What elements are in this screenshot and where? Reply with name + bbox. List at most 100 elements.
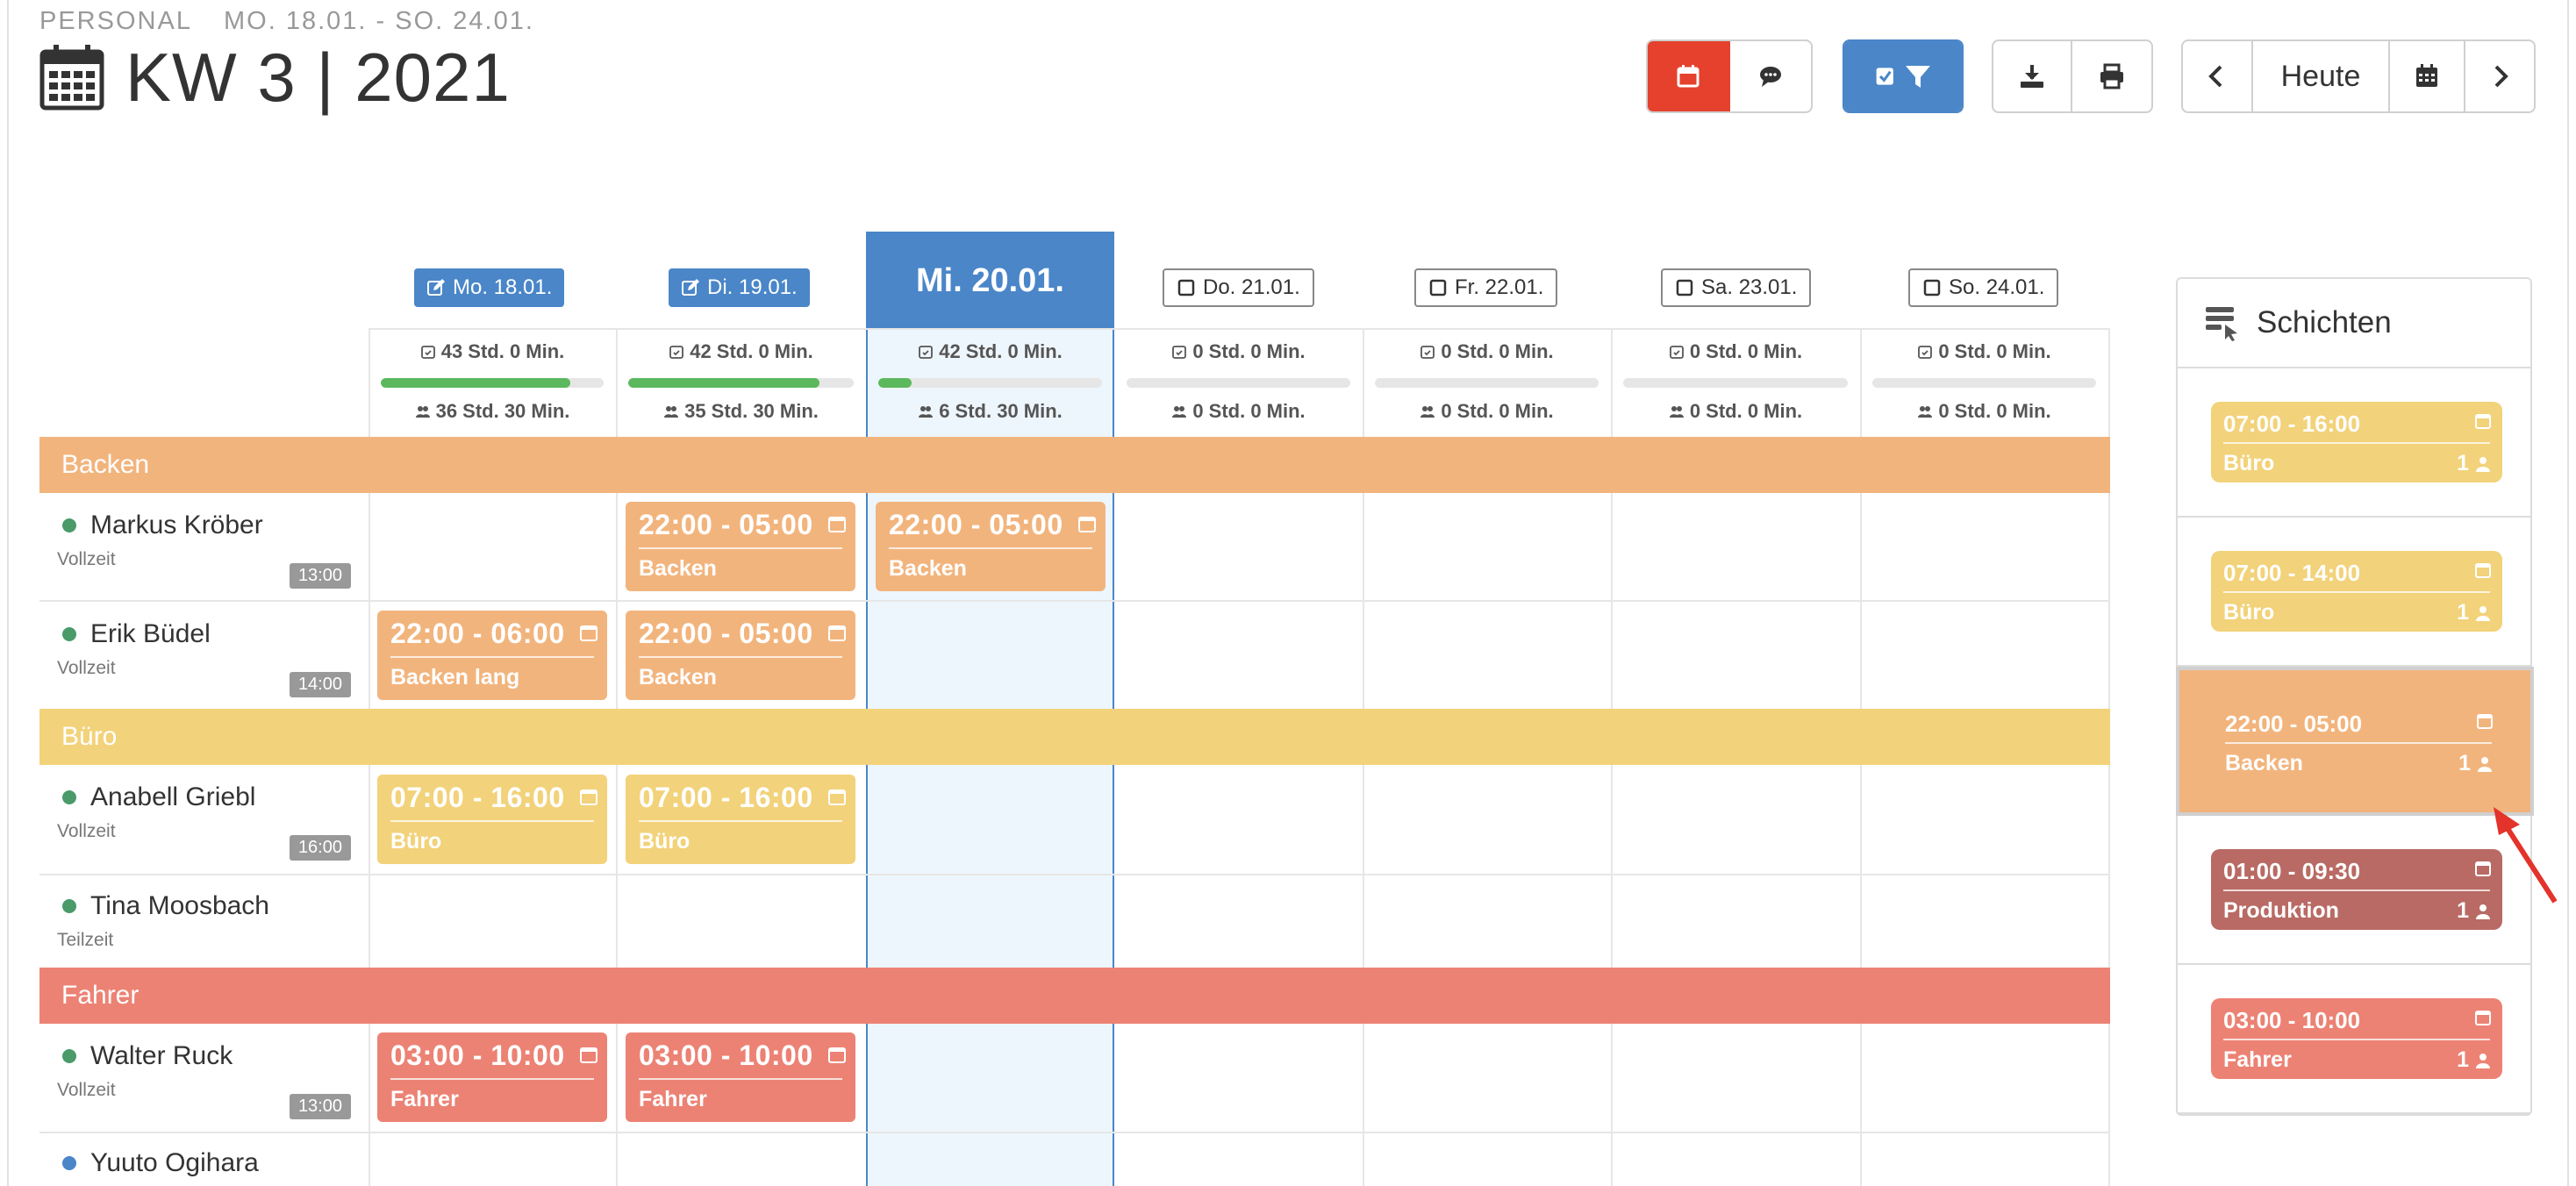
day-header-mon[interactable]: Mo. 18.01. <box>414 268 565 307</box>
comments-button[interactable] <box>1730 41 1811 111</box>
shift-chip[interactable]: 07:00 - 16:00 Büro <box>626 775 855 864</box>
shift-chip[interactable]: 22:00 - 05:00 Backen <box>626 611 855 700</box>
hours-progress-bar <box>878 378 1102 388</box>
shift-chip[interactable]: 22:00 - 06:00 Backen lang <box>377 611 607 700</box>
status-dot <box>62 627 76 641</box>
employee-row[interactable]: Markus Kröber Vollzeit 13:00 <box>39 493 369 602</box>
section-label: PERSONAL <box>39 7 192 35</box>
comment-icon <box>1760 67 1781 87</box>
employee-name: Erik Büdel <box>90 619 211 648</box>
calendar-check-icon <box>1172 346 1187 359</box>
printer-icon <box>2100 63 2123 89</box>
calendar-icon <box>580 1047 597 1063</box>
day-header-sat[interactable]: Sa. 23.01. <box>1661 268 1812 307</box>
download-button[interactable] <box>1993 41 2073 111</box>
week-range: MO. 18.01. - SO. 24.01. <box>224 7 534 35</box>
staff-hours: 0 Std. 0 Min. <box>1114 400 1363 423</box>
day-header-thu[interactable]: Do. 21.01. <box>1163 268 1314 307</box>
shift-chip[interactable]: 22:00 - 05:00 Backen <box>876 502 1106 591</box>
print-button[interactable] <box>2072 41 2151 111</box>
users-icon <box>919 406 934 418</box>
previous-week-button[interactable] <box>2183 41 2253 111</box>
divider <box>2223 1039 2490 1040</box>
calendar-icon <box>1677 65 1699 88</box>
next-week-button[interactable] <box>2465 41 2534 111</box>
staff-hours: 0 Std. 0 Min. <box>1363 400 1611 423</box>
shift-label: Fahrer <box>390 1087 459 1111</box>
employee-name: Anabell Griebl <box>90 782 256 811</box>
divider <box>2223 890 2490 891</box>
date-nav-group: Heute <box>2181 39 2536 113</box>
planned-hours-text: 42 Std. 0 Min. <box>690 340 813 362</box>
template-count-value: 1 <box>2457 1047 2469 1072</box>
planned-hours-text: 0 Std. 0 Min. <box>1938 340 2051 362</box>
planned-hours-text: 0 Std. 0 Min. <box>1192 340 1306 362</box>
calendar-grid-icon <box>2416 64 2437 87</box>
shift-chip[interactable]: 22:00 - 05:00 Backen <box>626 502 855 591</box>
today-button[interactable]: Heute <box>2253 41 2390 111</box>
calendar-check-icon <box>669 346 684 359</box>
shift-template-chip[interactable]: 22:00 - 05:00 Backen 1 <box>2213 702 2504 782</box>
panel-header: Schichten <box>2178 279 2530 368</box>
employee-type: Vollzeit <box>57 658 116 678</box>
shift-template-chip[interactable]: 07:00 - 14:00 Büro 1 <box>2211 551 2502 632</box>
user-icon <box>2476 605 2490 621</box>
users-icon <box>1918 406 1933 418</box>
chevron-left-icon <box>2208 65 2222 88</box>
template-row: 03:00 - 10:00 Fahrer 1 <box>2178 965 2530 1114</box>
page-title: KW 3 | 2021 <box>125 39 511 116</box>
template-time: 22:00 - 05:00 <box>2225 711 2363 737</box>
checkbox-empty-icon <box>1923 279 1941 296</box>
checkbox-empty-icon <box>1429 279 1447 296</box>
day-header-fri[interactable]: Fr. 22.01. <box>1414 268 1558 307</box>
shift-label: Backen <box>639 665 717 689</box>
employee-type: Teilzeit <box>57 930 114 950</box>
calendar-icon <box>828 625 846 641</box>
template-count-value: 1 <box>2457 451 2469 475</box>
export-group <box>1992 39 2153 113</box>
shift-time: 22:00 - 06:00 <box>390 618 565 649</box>
staff-hours-text: 35 Std. 30 Min. <box>684 400 819 422</box>
shift-chip[interactable]: 03:00 - 10:00 Fahrer <box>377 1032 607 1122</box>
shift-time: 22:00 - 05:00 <box>889 509 1063 540</box>
staff-hours-text: 0 Std. 0 Min. <box>1938 400 2051 422</box>
employee-row[interactable]: Yuuto Ogihara <box>39 1132 369 1186</box>
calendar-view-button[interactable] <box>1648 41 1730 111</box>
shift-label: Backen <box>889 556 967 581</box>
template-count-value: 1 <box>2457 898 2469 923</box>
shift-time: 07:00 - 16:00 <box>639 782 813 813</box>
day-header-tue[interactable]: Di. 19.01. <box>669 268 810 307</box>
calendar-icon <box>828 1047 846 1063</box>
employee-row[interactable]: Walter Ruck Vollzeit 13:00 <box>39 1024 369 1132</box>
employee-name-wrap: Tina Moosbach <box>62 891 269 921</box>
day-header-sun[interactable]: So. 24.01. <box>1908 268 2059 307</box>
planned-hours-text: 43 Std. 0 Min. <box>440 340 565 362</box>
group-band-fahrer: Fahrer <box>39 968 2110 1024</box>
employee-row[interactable]: Tina Moosbach Teilzeit <box>39 874 369 968</box>
shift-chip[interactable]: 03:00 - 10:00 Fahrer <box>626 1032 855 1122</box>
employee-row[interactable]: Anabell Griebl Vollzeit 16:00 <box>39 765 369 874</box>
pointer-arrow-icon <box>2494 807 2558 904</box>
date-picker-button[interactable] <box>2390 41 2465 111</box>
status-dot <box>62 1049 76 1063</box>
staff-hours-text: 6 Std. 30 Min. <box>939 400 1063 422</box>
employee-hours-badge: 13:00 <box>289 563 351 589</box>
template-count: 1 <box>2457 451 2492 476</box>
shift-chip[interactable]: 07:00 - 16:00 Büro <box>377 775 607 864</box>
calendar-check-icon <box>1669 346 1684 359</box>
users-icon <box>1420 406 1435 418</box>
user-icon <box>2476 1053 2490 1068</box>
hours-progress-bar <box>1375 378 1599 388</box>
employee-row[interactable]: Erik Büdel Vollzeit 14:00 <box>39 602 369 711</box>
group-label: Fahrer <box>61 981 140 1010</box>
calendar-icon <box>1078 517 1096 532</box>
shift-template-chip[interactable]: 07:00 - 16:00 Büro 1 <box>2211 402 2502 482</box>
employee-name: Yuuto Ogihara <box>90 1148 259 1177</box>
filter-button[interactable] <box>1844 41 1962 111</box>
shift-template-chip[interactable]: 03:00 - 10:00 Fahrer 1 <box>2211 998 2502 1079</box>
template-label: Produktion <box>2223 898 2339 923</box>
day-header-today[interactable]: Mi. 20.01. <box>866 232 1114 330</box>
checkbox-empty-icon <box>1676 279 1693 296</box>
shift-template-chip[interactable]: 01:00 - 09:30 Produktion 1 <box>2211 849 2502 930</box>
hours-progress-bar <box>628 378 854 388</box>
